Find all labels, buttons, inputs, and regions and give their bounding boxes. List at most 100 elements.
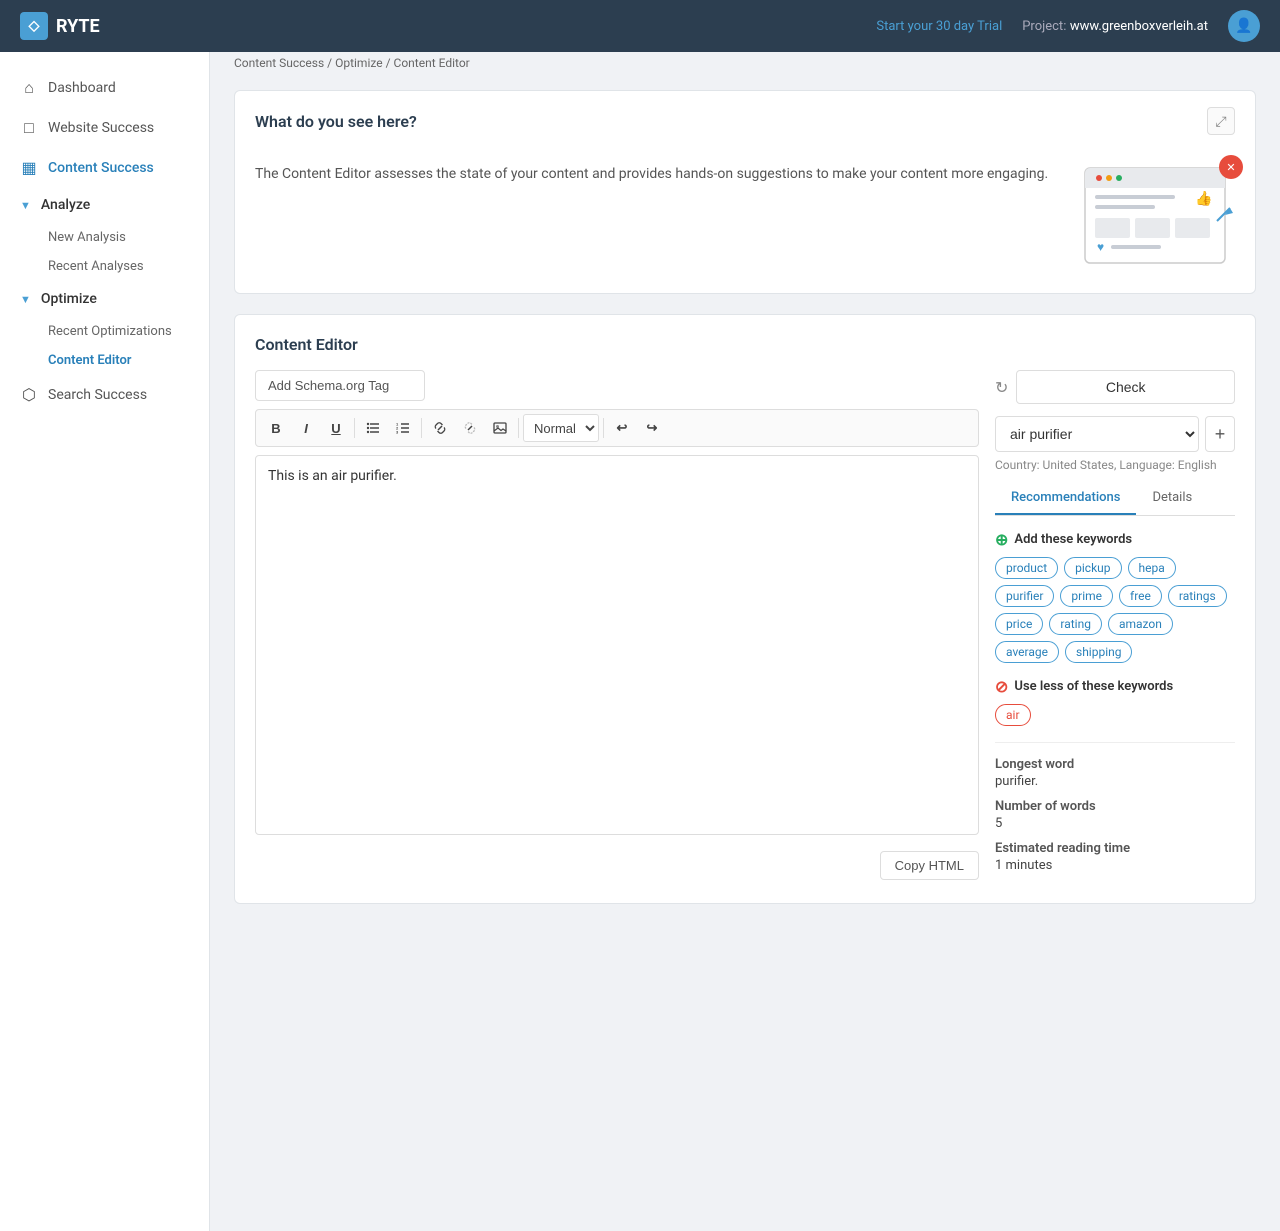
optimize-arrow-icon: ▼	[20, 293, 31, 306]
underline-button[interactable]: U	[322, 414, 350, 442]
website-icon: □	[20, 118, 38, 138]
info-card-title: What do you see here?	[255, 112, 417, 131]
keyword-select[interactable]: air purifier	[995, 416, 1199, 452]
unlink-button[interactable]	[456, 414, 484, 442]
search-success-label: Search Success	[48, 387, 147, 403]
info-description: The Content Editor assesses the state of…	[255, 163, 1059, 185]
copy-html-button[interactable]: Copy HTML	[880, 851, 979, 880]
breadcrumb-part-1: Content Success	[234, 56, 324, 70]
optimize-label: Optimize	[41, 291, 97, 307]
breadcrumb-sep-1: /	[327, 56, 335, 70]
editor-left: Add Schema.org Tag B I U 123	[255, 370, 979, 883]
editor-area: Add Schema.org Tag B I U 123	[255, 370, 1235, 883]
breadcrumb: Content Success / Optimize / Content Edi…	[234, 56, 1256, 70]
longest-word-label: Longest word	[995, 757, 1235, 772]
toolbar-divider-4	[603, 418, 604, 438]
stats-section: Longest word purifier. Number of words 5…	[995, 742, 1235, 873]
longest-word-stat: Longest word purifier.	[995, 757, 1235, 789]
kw-tag-free[interactable]: free	[1119, 585, 1162, 607]
logo-text: RYTE	[56, 16, 100, 37]
check-button[interactable]: Check	[1016, 370, 1235, 404]
sidebar-item-search-success[interactable]: ⬡ Search Success	[0, 375, 209, 414]
image-button[interactable]	[486, 414, 514, 442]
word-count-stat: Number of words 5	[995, 799, 1235, 831]
recent-analyses-label: Recent Analyses	[48, 259, 144, 274]
sidebar-section-analyze[interactable]: ▼ Analyze	[0, 187, 209, 223]
sidebar-item-recent-optimizations[interactable]: Recent Optimizations	[48, 317, 209, 346]
sidebar-item-recent-analyses[interactable]: Recent Analyses	[48, 252, 209, 281]
sidebar: ⌂ Dashboard □ Website Success ▦ Content …	[0, 52, 210, 1231]
refresh-icon[interactable]: ↻	[995, 378, 1008, 397]
italic-button[interactable]: I	[292, 414, 320, 442]
search-success-icon: ⬡	[20, 385, 38, 404]
sidebar-item-new-analysis[interactable]: New Analysis	[48, 223, 209, 252]
breadcrumb-part-3: Content Editor	[394, 56, 470, 70]
use-less-section: ⊘ Use less of these keywords	[995, 677, 1235, 696]
kw-tag-product[interactable]: product	[995, 557, 1058, 579]
toolbar-divider-2	[421, 418, 422, 438]
kw-tag-price[interactable]: price	[995, 613, 1043, 635]
kw-tag-pickup[interactable]: pickup	[1064, 557, 1121, 579]
kw-tag-ratings[interactable]: ratings	[1168, 585, 1227, 607]
format-select[interactable]: Normal	[523, 414, 599, 442]
analyze-label: Analyze	[41, 197, 90, 213]
schema-tag-button[interactable]: Add Schema.org Tag	[255, 370, 425, 401]
text-editor[interactable]: This is an air purifier.	[255, 455, 979, 835]
kw-tag-hepa[interactable]: hepa	[1128, 557, 1176, 579]
sidebar-section-optimize[interactable]: ▼ Optimize	[0, 281, 209, 317]
reading-time-label: Estimated reading time	[995, 841, 1235, 856]
project-label: Project:	[1022, 19, 1066, 34]
sidebar-item-content-editor[interactable]: Content Editor	[48, 346, 209, 375]
main-content: Content Editor Content Success / Optimiz…	[210, 0, 1280, 928]
kw-tag-air[interactable]: air	[995, 704, 1031, 726]
unordered-list-button[interactable]	[359, 414, 387, 442]
sidebar-item-label: Content Success	[48, 160, 154, 176]
reading-time-stat: Estimated reading time 1 minutes	[995, 841, 1235, 873]
logo-icon: ◇	[20, 12, 48, 40]
redo-button[interactable]: ↪	[638, 414, 666, 442]
analyze-subitems: New Analysis Recent Analyses	[0, 223, 209, 281]
tab-recommendations[interactable]: Recommendations	[995, 482, 1136, 515]
link-button[interactable]	[426, 414, 454, 442]
toolbar-divider-3	[518, 418, 519, 438]
avatar[interactable]: 👤	[1228, 10, 1260, 42]
ordered-list-button[interactable]: 123	[389, 414, 417, 442]
sidebar-item-content-success[interactable]: ▦ Content Success	[0, 148, 209, 187]
svg-text:♥: ♥	[1097, 240, 1104, 254]
expand-button[interactable]: ⤢	[1207, 107, 1235, 135]
kw-tag-amazon[interactable]: amazon	[1108, 613, 1173, 635]
optimize-subitems: Recent Optimizations Content Editor	[0, 317, 209, 375]
info-card: What do you see here? ⤢ The Content Edit…	[234, 90, 1256, 294]
kw-tag-average[interactable]: average	[995, 641, 1059, 663]
kw-tag-shipping[interactable]: shipping	[1065, 641, 1132, 663]
logo[interactable]: ◇ RYTE	[20, 12, 100, 40]
kw-tag-rating[interactable]: rating	[1049, 613, 1102, 635]
check-row: ↻ Check	[995, 370, 1235, 404]
editor-card-title: Content Editor	[255, 335, 1235, 354]
sidebar-item-label: Website Success	[48, 120, 154, 136]
home-icon: ⌂	[20, 78, 38, 98]
browser-illustration: ♥ 👍	[1075, 163, 1235, 273]
sidebar-item-website-success[interactable]: □ Website Success	[0, 108, 209, 148]
keyword-input-row: air purifier +	[995, 416, 1235, 452]
close-badge[interactable]: ✕	[1219, 155, 1243, 179]
undo-button[interactable]: ↩	[608, 414, 636, 442]
kw-tag-purifier[interactable]: purifier	[995, 585, 1054, 607]
bold-button[interactable]: B	[262, 414, 290, 442]
sidebar-item-label: Dashboard	[48, 80, 116, 96]
topnav: ◇ RYTE Start your 30 day Trial Project: …	[0, 0, 1280, 52]
add-keywords-title: Add these keywords	[1014, 532, 1132, 547]
editor-content: This is an air purifier.	[268, 468, 397, 484]
add-keyword-button[interactable]: +	[1205, 416, 1235, 452]
add-circle-icon: ⊕	[995, 530, 1008, 549]
country-lang: Country: United States, Language: Englis…	[995, 458, 1235, 472]
project-name[interactable]: www.greenboxverleih.at	[1070, 19, 1208, 34]
kw-tag-prime[interactable]: prime	[1060, 585, 1113, 607]
longest-word-value: purifier.	[995, 774, 1235, 789]
word-count-label: Number of words	[995, 799, 1235, 814]
trial-link[interactable]: Start your 30 day Trial	[876, 19, 1002, 34]
svg-text:3: 3	[396, 430, 399, 435]
content-editor-label: Content Editor	[48, 353, 132, 368]
sidebar-item-dashboard[interactable]: ⌂ Dashboard	[0, 68, 209, 108]
tab-details[interactable]: Details	[1136, 482, 1208, 515]
